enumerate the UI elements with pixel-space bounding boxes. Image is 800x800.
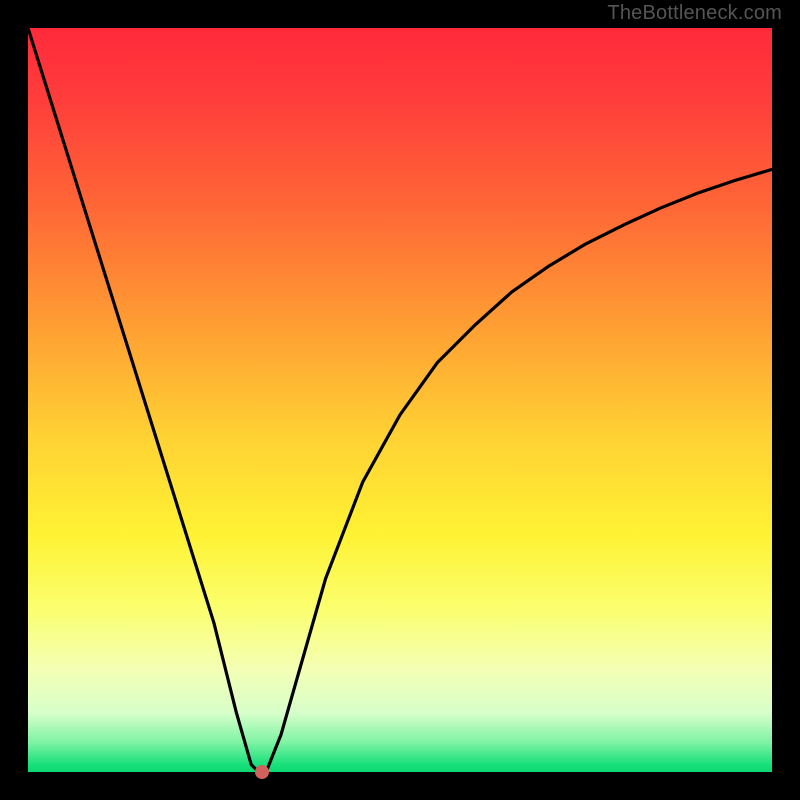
curve-svg (28, 28, 772, 772)
optimum-point (255, 765, 269, 779)
bottleneck-curve (28, 28, 772, 772)
chart-frame: TheBottleneck.com (0, 0, 800, 800)
watermark-text: TheBottleneck.com (607, 2, 782, 25)
plot-area (28, 28, 772, 772)
